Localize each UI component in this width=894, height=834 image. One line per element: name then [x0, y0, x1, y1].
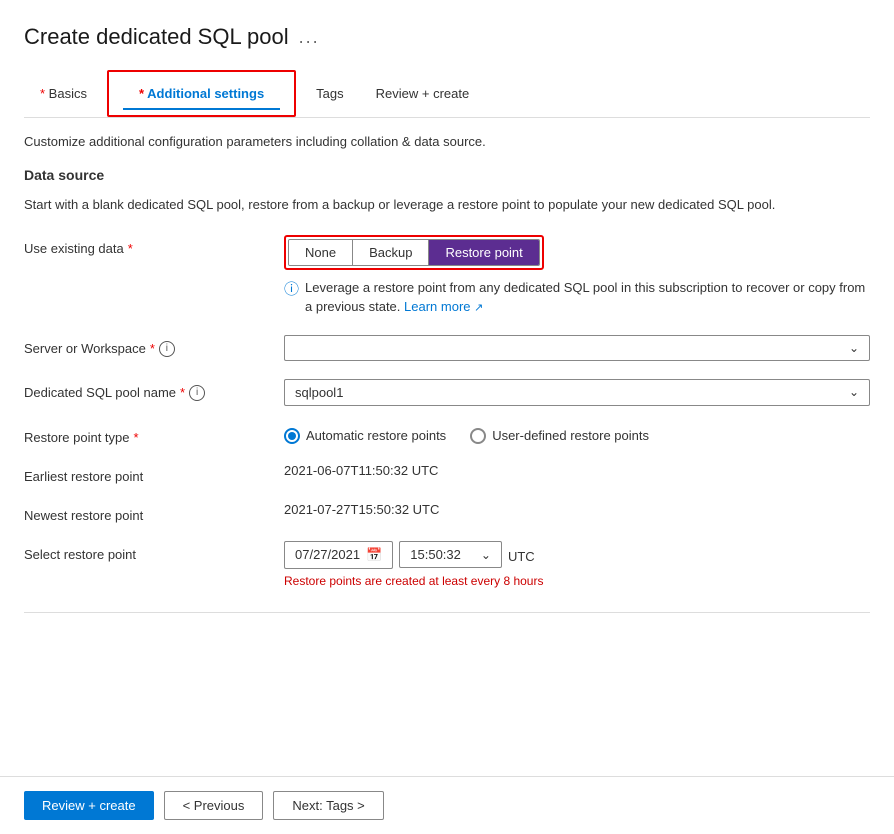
- tab-bar: Basics Additional settings Tags Review +…: [24, 70, 870, 118]
- restore-point-time-dropdown[interactable]: 15:50:32 ⌄: [399, 541, 502, 568]
- restore-point-type-control: Automatic restore points User-defined re…: [284, 424, 870, 444]
- radio-user-defined-circle: [470, 428, 486, 444]
- use-existing-data-required: *: [128, 241, 133, 256]
- restore-point-date-value: 07/27/2021: [295, 547, 360, 562]
- footer: Review + create < Previous Next: Tags >: [0, 776, 894, 834]
- sql-pool-name-label: Dedicated SQL pool name * i: [24, 379, 284, 401]
- review-create-button[interactable]: Review + create: [24, 791, 154, 820]
- use-existing-data-label: Use existing data *: [24, 235, 284, 256]
- sql-pool-name-arrow: ⌄: [849, 385, 859, 399]
- tab-basics[interactable]: Basics: [24, 78, 103, 109]
- sql-pool-name-dropdown[interactable]: sqlpool1 ⌄: [284, 379, 870, 406]
- bottom-divider: [24, 612, 870, 613]
- utc-label: UTC: [508, 545, 535, 564]
- restore-point-info: ⓘ Leverage a restore point from any dedi…: [284, 278, 870, 317]
- info-text: Leverage a restore point from any dedica…: [305, 280, 865, 315]
- calendar-icon: 📅: [366, 547, 382, 563]
- data-source-description: Start with a blank dedicated SQL pool, r…: [24, 195, 870, 215]
- tab-basics-label: Basics: [40, 86, 87, 101]
- radio-automatic-circle: [284, 428, 300, 444]
- server-workspace-info-icon[interactable]: i: [159, 341, 175, 357]
- data-source-title: Data source: [24, 167, 870, 183]
- server-workspace-row: Server or Workspace * i ⌄: [24, 335, 870, 361]
- sql-pool-name-value: sqlpool1: [295, 385, 343, 400]
- previous-button[interactable]: < Previous: [164, 791, 264, 820]
- newest-restore-point-row: Newest restore point 2021-07-27T15:50:32…: [24, 502, 870, 523]
- tab-review-create-label: Review + create: [376, 86, 470, 101]
- earliest-restore-point-label: Earliest restore point: [24, 463, 284, 484]
- tab-tags[interactable]: Tags: [300, 78, 359, 109]
- use-existing-data-control: None Backup Restore point ⓘ Leverage a r…: [284, 235, 870, 317]
- use-existing-data-row: Use existing data * None Backup Restore …: [24, 235, 870, 317]
- restore-point-date-input[interactable]: 07/27/2021 📅: [284, 541, 393, 569]
- restore-point-type-radio-group: Automatic restore points User-defined re…: [284, 424, 870, 444]
- select-restore-point-label: Select restore point: [24, 541, 284, 562]
- time-dropdown-arrow: ⌄: [481, 548, 491, 562]
- radio-user-defined[interactable]: User-defined restore points: [470, 428, 649, 444]
- restore-point-time-value: 15:50:32: [410, 547, 461, 562]
- radio-user-defined-label: User-defined restore points: [492, 428, 649, 443]
- earliest-restore-point-control: 2021-06-07T11:50:32 UTC: [284, 463, 870, 478]
- earliest-restore-point-row: Earliest restore point 2021-06-07T11:50:…: [24, 463, 870, 484]
- tab-additional-settings-label: Additional settings: [139, 86, 264, 101]
- datetime-row: 07/27/2021 📅 15:50:32 ⌄ UTC: [284, 541, 870, 569]
- page-title: Create dedicated SQL pool: [24, 24, 289, 50]
- earliest-restore-point-value: 2021-06-07T11:50:32 UTC: [284, 459, 438, 478]
- tab-review-create[interactable]: Review + create: [360, 78, 486, 109]
- toggle-restore-point[interactable]: Restore point: [429, 240, 538, 265]
- sql-pool-name-info-icon[interactable]: i: [189, 385, 205, 401]
- select-restore-point-row: Select restore point 07/27/2021 📅 15:50:…: [24, 541, 870, 588]
- sql-pool-name-control: sqlpool1 ⌄: [284, 379, 870, 406]
- server-workspace-arrow: ⌄: [849, 341, 859, 355]
- newest-restore-point-control: 2021-07-27T15:50:32 UTC: [284, 502, 870, 517]
- server-workspace-control: ⌄: [284, 335, 870, 361]
- info-icon: ⓘ: [284, 279, 299, 302]
- restore-point-type-row: Restore point type * Automatic restore p…: [24, 424, 870, 445]
- restore-note: Restore points are created at least ever…: [284, 574, 870, 588]
- restore-point-type-label: Restore point type *: [24, 424, 284, 445]
- server-workspace-label: Server or Workspace * i: [24, 335, 284, 357]
- toggle-backup[interactable]: Backup: [353, 240, 429, 265]
- newest-restore-point-label: Newest restore point: [24, 502, 284, 523]
- learn-more-link[interactable]: Learn more ↗: [404, 299, 483, 314]
- tab-additional-settings[interactable]: Additional settings: [123, 78, 280, 109]
- sql-pool-name-row: Dedicated SQL pool name * i sqlpool1 ⌄: [24, 379, 870, 406]
- radio-automatic[interactable]: Automatic restore points: [284, 428, 446, 444]
- external-link-icon: ↗: [474, 302, 483, 314]
- server-workspace-dropdown[interactable]: ⌄: [284, 335, 870, 361]
- radio-automatic-label: Automatic restore points: [306, 428, 446, 443]
- select-restore-point-control: 07/27/2021 📅 15:50:32 ⌄ UTC Restore poin…: [284, 541, 870, 588]
- next-button[interactable]: Next: Tags >: [273, 791, 383, 820]
- page-title-dots: ...: [299, 27, 320, 48]
- toggle-none[interactable]: None: [289, 240, 353, 265]
- tab-tags-label: Tags: [316, 86, 343, 101]
- newest-restore-point-value: 2021-07-27T15:50:32 UTC: [284, 498, 439, 517]
- section-description: Customize additional configuration param…: [24, 134, 870, 149]
- use-existing-data-toggle-group: None Backup Restore point: [288, 239, 540, 266]
